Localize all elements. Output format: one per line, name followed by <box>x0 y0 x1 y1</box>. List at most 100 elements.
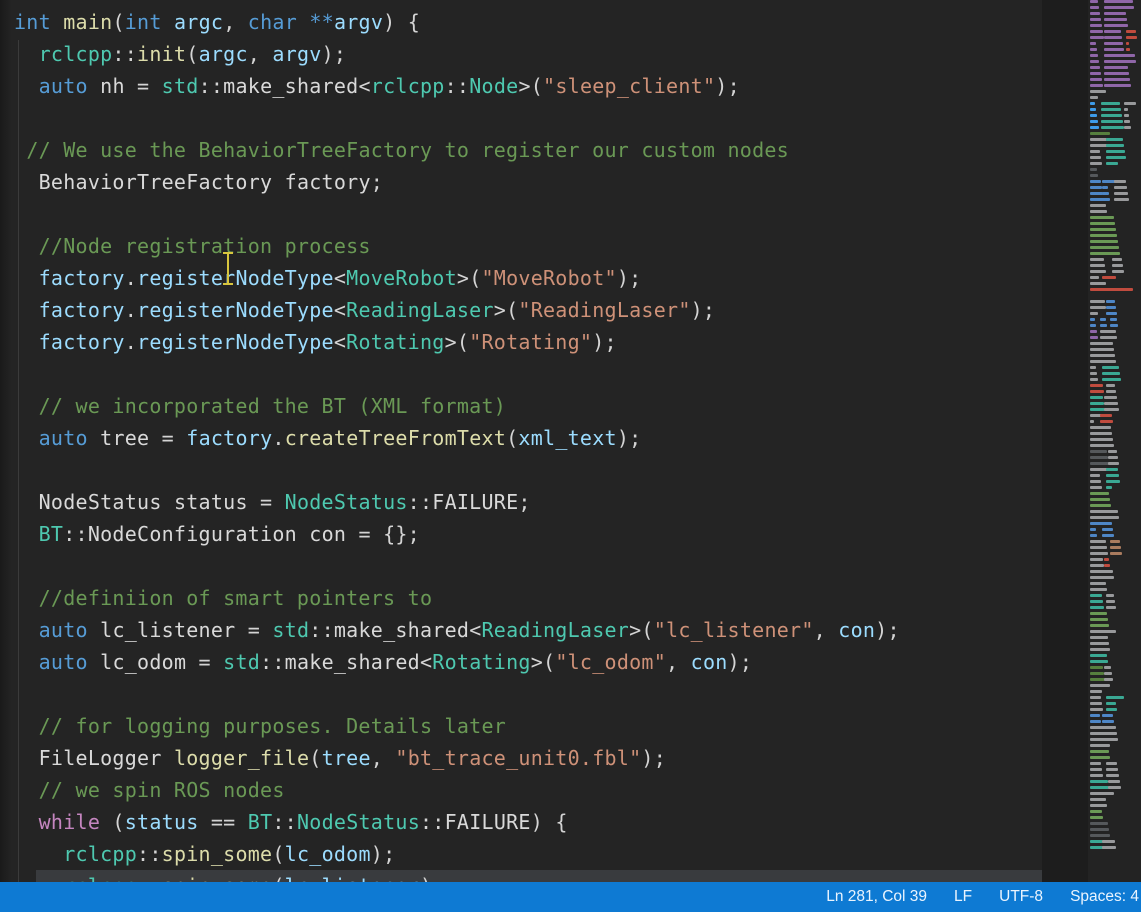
code-line-current[interactable]: rclcpp::spin_some(lc_listener); <box>14 870 1042 882</box>
code-token: = <box>125 74 162 98</box>
minimap-line <box>1102 714 1113 717</box>
code-token: int <box>14 10 51 34</box>
minimap-line <box>1090 156 1101 159</box>
code-line[interactable]: //Node registration process <box>14 230 1042 262</box>
code-line[interactable]: rclcpp::spin_some(lc_odom); <box>14 838 1042 870</box>
code-line[interactable]: //definiion of smart pointers to <box>14 582 1042 614</box>
code-token: make_shared <box>334 618 469 642</box>
editor-scrollbar-gutter[interactable] <box>1042 0 1088 882</box>
code-line[interactable]: factory.registerNodeType<Rotating>("Rota… <box>14 326 1042 358</box>
code-line[interactable]: auto lc_listener = std::make_shared<Read… <box>14 614 1042 646</box>
minimap-line <box>1090 390 1104 393</box>
code-token: = <box>149 426 186 450</box>
code-token <box>88 426 100 450</box>
code-line[interactable]: // we incorporated the BT (XML format) <box>14 390 1042 422</box>
code-token <box>14 394 39 418</box>
code-line[interactable]: FileLogger logger_file(tree, "bt_trace_u… <box>14 742 1042 774</box>
code-token: ( <box>186 42 198 66</box>
status-encoding[interactable]: UTF-8 <box>999 888 1043 906</box>
minimap-line <box>1090 768 1102 771</box>
minimap-line <box>1102 372 1120 375</box>
code-token: :: <box>63 522 88 546</box>
code-token: auto <box>39 426 88 450</box>
code-line[interactable]: while (status == BT::NodeStatus::FAILURE… <box>14 806 1042 838</box>
minimap-line <box>1106 144 1124 147</box>
code-token: ** <box>309 10 334 34</box>
code-token: < <box>334 330 346 354</box>
minimap-line <box>1090 378 1098 381</box>
code-token: auto <box>39 618 88 642</box>
code-line[interactable]: // we spin ROS nodes <box>14 774 1042 806</box>
minimap-line <box>1090 588 1107 591</box>
minimap-line <box>1090 606 1104 609</box>
minimap-line <box>1090 432 1112 435</box>
code-line[interactable]: BT::NodeConfiguration con = {}; <box>14 518 1042 550</box>
minimap-line <box>1090 714 1100 717</box>
code-line[interactable] <box>14 678 1042 710</box>
code-token: lc_odom <box>100 650 186 674</box>
minimap-line <box>1104 72 1129 75</box>
code-token: FAILURE <box>445 810 531 834</box>
code-line[interactable]: rclcpp::init(argc, argv); <box>14 38 1042 70</box>
code-token: , <box>814 618 839 642</box>
code-line[interactable]: auto tree = factory.createTreeFromText(x… <box>14 422 1042 454</box>
code-line[interactable]: factory.registerNodeType<ReadingLaser>("… <box>14 294 1042 326</box>
code-token <box>14 714 39 738</box>
code-line[interactable] <box>14 198 1042 230</box>
code-line[interactable] <box>14 358 1042 390</box>
minimap-line <box>1102 366 1119 369</box>
minimap-line <box>1102 378 1121 381</box>
code-line[interactable]: auto lc_odom = std::make_shared<Rotating… <box>14 646 1042 678</box>
minimap-line <box>1104 6 1134 9</box>
minimap-line <box>1108 450 1117 453</box>
code-line[interactable] <box>14 550 1042 582</box>
code-token: auto <box>39 650 88 674</box>
code-token: >( <box>494 298 519 322</box>
status-cursor-position[interactable]: Ln 281, Col 39 <box>826 888 927 906</box>
code-token: std <box>272 618 309 642</box>
code-line[interactable]: auto nh = std::make_shared<rclcpp::Node>… <box>14 70 1042 102</box>
code-editor-pane[interactable]: int main(int argc, char **argv) { rclcpp… <box>0 0 1042 882</box>
code-area[interactable]: int main(int argc, char **argv) { rclcpp… <box>0 6 1042 882</box>
minimap-line <box>1124 114 1129 117</box>
minimap-line <box>1106 390 1116 393</box>
code-token: NodeStatus <box>285 490 408 514</box>
minimap-line <box>1090 450 1107 453</box>
minimap-line <box>1090 528 1096 531</box>
minimap-line <box>1090 288 1133 291</box>
code-line[interactable]: factory.registerNodeType<MoveRobot>("Mov… <box>14 262 1042 294</box>
code-token: ); <box>641 746 666 770</box>
code-token: xml_text <box>518 426 616 450</box>
minimap-line <box>1104 672 1112 675</box>
code-token: :: <box>420 810 445 834</box>
minimap[interactable] <box>1088 0 1141 882</box>
minimap-line <box>1090 48 1097 51</box>
code-token: rclcpp <box>39 42 113 66</box>
status-indentation[interactable]: Spaces: 4 <box>1070 888 1139 906</box>
minimap-line <box>1101 114 1122 117</box>
code-line[interactable]: NodeStatus status = NodeStatus::FAILURE; <box>14 486 1042 518</box>
minimap-line <box>1090 24 1102 27</box>
code-token: // We use the BehaviorTreeFactory to reg… <box>26 138 789 162</box>
code-line[interactable]: int main(int argc, char **argv) { <box>14 6 1042 38</box>
code-token: char <box>248 10 297 34</box>
code-line[interactable]: BehaviorTreeFactory factory; <box>14 166 1042 198</box>
minimap-line <box>1102 528 1113 531</box>
code-line[interactable]: // for logging purposes. Details later <box>14 710 1042 742</box>
status-eol[interactable]: LF <box>954 888 972 906</box>
code-line[interactable]: // We use the BehaviorTreeFactory to reg… <box>14 134 1042 166</box>
minimap-line <box>1126 36 1137 39</box>
minimap-line <box>1090 108 1096 111</box>
minimap-line <box>1090 558 1103 561</box>
minimap-line <box>1106 162 1118 165</box>
minimap-line <box>1090 426 1111 429</box>
code-token <box>14 426 39 450</box>
minimap-line <box>1102 534 1114 537</box>
minimap-line <box>1090 504 1111 507</box>
code-token: ) { <box>531 810 568 834</box>
code-line[interactable] <box>14 454 1042 486</box>
code-line[interactable] <box>14 102 1042 134</box>
minimap-line <box>1090 84 1103 87</box>
minimap-line <box>1090 708 1103 711</box>
code-token: >( <box>445 330 470 354</box>
